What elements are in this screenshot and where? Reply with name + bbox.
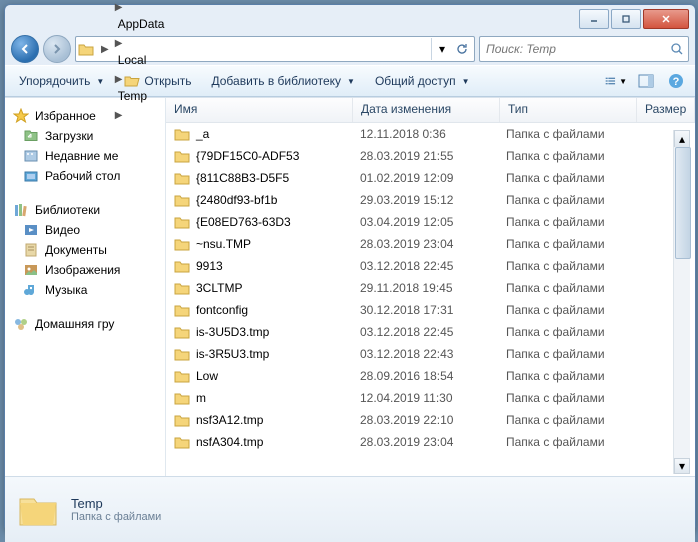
star-icon bbox=[13, 108, 29, 124]
scrollbar[interactable]: ▴ ▾ bbox=[673, 130, 690, 474]
folder-open-icon bbox=[124, 74, 140, 88]
folder-icon bbox=[174, 325, 190, 339]
table-row[interactable]: m12.04.2019 11:30Папка с файлами bbox=[166, 387, 695, 409]
chevron-right-icon[interactable]: ▶ bbox=[112, 38, 126, 49]
forward-button[interactable] bbox=[43, 35, 71, 63]
sidebar-item-icon bbox=[23, 222, 39, 238]
details-name: Temp bbox=[71, 496, 161, 511]
table-row[interactable]: {811C88B3-D5F501.02.2019 12:09Папка с фа… bbox=[166, 167, 695, 189]
titlebar bbox=[5, 5, 695, 33]
sidebar-item[interactable]: Видео bbox=[5, 220, 165, 240]
folder-icon bbox=[174, 237, 190, 251]
breadcrumb-item[interactable]: Local bbox=[112, 49, 171, 71]
address-bar[interactable]: ▶ B▶AppData▶Local▶Temp▶ ▾ bbox=[75, 36, 475, 62]
folder-icon bbox=[174, 391, 190, 405]
sidebar-item[interactable]: Музыка bbox=[5, 280, 165, 300]
folder-icon bbox=[174, 369, 190, 383]
sidebar-item-icon bbox=[23, 148, 39, 164]
sidebar-item-icon bbox=[23, 128, 39, 144]
preview-pane-button[interactable] bbox=[635, 70, 657, 92]
table-row[interactable]: Low28.09.2016 18:54Папка с файлами bbox=[166, 365, 695, 387]
sidebar-item[interactable]: Изображения bbox=[5, 260, 165, 280]
table-row[interactable]: 3CLTMP29.11.2018 19:45Папка с файлами bbox=[166, 277, 695, 299]
search-box[interactable] bbox=[479, 36, 689, 62]
sidebar-libraries[interactable]: Библиотеки bbox=[5, 200, 165, 220]
sidebar-item[interactable]: Документы bbox=[5, 240, 165, 260]
chevron-right-icon[interactable]: ▶ bbox=[112, 2, 126, 13]
folder-icon bbox=[174, 149, 190, 163]
sidebar-favorites[interactable]: Избранное bbox=[5, 106, 165, 126]
folder-icon bbox=[174, 259, 190, 273]
col-size[interactable]: Размер bbox=[637, 98, 695, 122]
table-row[interactable]: {79DF15C0-ADF5328.03.2019 21:55Папка с ф… bbox=[166, 145, 695, 167]
svg-text:?: ? bbox=[673, 76, 680, 88]
sidebar-item[interactable]: Загрузки bbox=[5, 126, 165, 146]
sidebar-item-icon bbox=[23, 242, 39, 258]
sidebar-item-icon bbox=[23, 282, 39, 298]
chevron-right-icon[interactable]: ▶ bbox=[98, 44, 112, 55]
toolbar: Упорядочить▼ Открыть Добавить в библиоте… bbox=[5, 65, 695, 97]
add-library-button[interactable]: Добавить в библиотеку▼ bbox=[205, 71, 360, 91]
folder-icon bbox=[174, 127, 190, 141]
table-row[interactable]: {E08ED763-63D303.04.2019 12:05Папка с фа… bbox=[166, 211, 695, 233]
table-row[interactable]: ~nsu.TMP28.03.2019 23:04Папка с файлами bbox=[166, 233, 695, 255]
scroll-down-icon[interactable]: ▾ bbox=[674, 458, 690, 474]
file-list[interactable]: _a12.11.2018 0:36Папка с файлами{79DF15C… bbox=[166, 123, 695, 476]
table-row[interactable]: nsf3A12.tmp28.03.2019 22:10Папка с файла… bbox=[166, 409, 695, 431]
col-date[interactable]: Дата изменения bbox=[353, 98, 500, 122]
table-row[interactable]: is-3R5U3.tmp03.12.2018 22:43Папка с файл… bbox=[166, 343, 695, 365]
folder-icon bbox=[174, 281, 190, 295]
details-pane: Temp Папка с файлами bbox=[5, 476, 695, 542]
folder-icon bbox=[174, 413, 190, 427]
sidebar: Избранное ЗагрузкиНедавние меРабочий сто… bbox=[5, 98, 166, 476]
view-button[interactable]: ▼ bbox=[605, 70, 627, 92]
sidebar-item[interactable]: Рабочий стол bbox=[5, 166, 165, 186]
sidebar-homegroup[interactable]: Домашняя гру bbox=[5, 314, 165, 334]
open-button[interactable]: Открыть bbox=[118, 71, 197, 91]
table-row[interactable]: is-3U5D3.tmp03.12.2018 22:45Папка с файл… bbox=[166, 321, 695, 343]
table-row[interactable]: 991303.12.2018 22:45Папка с файлами bbox=[166, 255, 695, 277]
search-input[interactable] bbox=[484, 41, 670, 57]
nav-row: ▶ B▶AppData▶Local▶Temp▶ ▾ bbox=[5, 33, 695, 65]
back-button[interactable] bbox=[11, 35, 39, 63]
folder-icon bbox=[174, 303, 190, 317]
table-row[interactable]: _a12.11.2018 0:36Папка с файлами bbox=[166, 123, 695, 145]
maximize-button[interactable] bbox=[611, 9, 641, 29]
details-type: Папка с файлами bbox=[71, 511, 161, 523]
folder-icon bbox=[174, 171, 190, 185]
col-name[interactable]: Имя bbox=[166, 98, 353, 122]
help-button[interactable]: ? bbox=[665, 70, 687, 92]
organize-button[interactable]: Упорядочить▼ bbox=[13, 71, 110, 91]
table-row[interactable]: {2480df93-bf1b29.03.2019 15:12Папка с фа… bbox=[166, 189, 695, 211]
share-button[interactable]: Общий доступ▼ bbox=[369, 71, 476, 91]
folder-large-icon bbox=[17, 491, 59, 529]
explorer-window: ▶ B▶AppData▶Local▶Temp▶ ▾ Упорядочить▼ О… bbox=[4, 4, 696, 531]
breadcrumb-item[interactable]: AppData bbox=[112, 13, 171, 35]
sidebar-item-icon bbox=[23, 168, 39, 184]
scroll-thumb[interactable] bbox=[675, 147, 691, 259]
sidebar-item-icon bbox=[23, 262, 39, 278]
folder-icon bbox=[174, 347, 190, 361]
homegroup-icon bbox=[13, 316, 29, 332]
refresh-button[interactable] bbox=[452, 38, 472, 60]
folder-icon bbox=[174, 193, 190, 207]
libraries-icon bbox=[13, 202, 29, 218]
table-row[interactable]: nsfA304.tmp28.03.2019 23:04Папка с файла… bbox=[166, 431, 695, 453]
folder-icon bbox=[174, 435, 190, 449]
folder-icon bbox=[78, 42, 94, 56]
sidebar-item[interactable]: Недавние ме bbox=[5, 146, 165, 166]
minimize-button[interactable] bbox=[579, 9, 609, 29]
content-area: Избранное ЗагрузкиНедавние меРабочий сто… bbox=[5, 97, 695, 476]
close-button[interactable] bbox=[643, 9, 689, 29]
col-type[interactable]: Тип bbox=[500, 98, 637, 122]
file-pane: Имя Дата изменения Тип Размер _a12.11.20… bbox=[166, 98, 695, 476]
dropdown-icon[interactable]: ▾ bbox=[432, 38, 452, 60]
column-headers: Имя Дата изменения Тип Размер bbox=[166, 98, 695, 123]
search-icon bbox=[670, 42, 684, 56]
scroll-up-icon[interactable]: ▴ bbox=[674, 130, 690, 147]
folder-icon bbox=[174, 215, 190, 229]
table-row[interactable]: fontconfig30.12.2018 17:31Папка с файлам… bbox=[166, 299, 695, 321]
